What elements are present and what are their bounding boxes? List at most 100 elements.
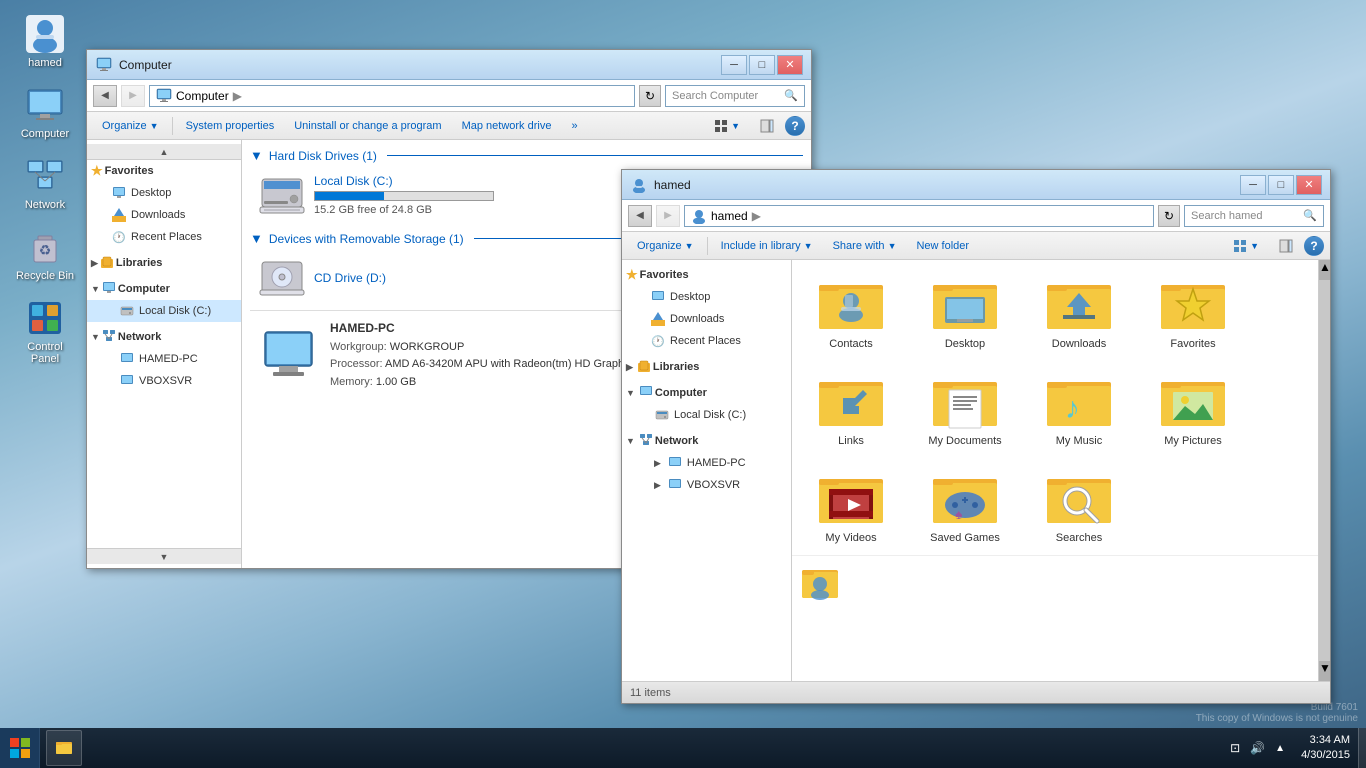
taskbar-tray: ⊡ 🔊 ▲ — [1222, 739, 1293, 757]
computer-organize-btn[interactable]: Organize ▼ — [93, 115, 168, 137]
hamed-help-btn[interactable]: ? — [1304, 236, 1324, 256]
folder-savedgames[interactable]: ♠ Saved Games — [910, 458, 1020, 551]
svg-text:♻: ♻ — [39, 242, 52, 258]
hamed-includelibrary-btn[interactable]: Include in library ▼ — [712, 235, 822, 257]
hamed-refresh-btn[interactable]: ↻ — [1158, 205, 1180, 227]
computer-back-btn[interactable]: ◀ — [93, 85, 117, 107]
tray-arrow-icon[interactable]: ▲ — [1271, 741, 1289, 756]
hamed-libraries-icon — [637, 359, 651, 376]
hamed-libraries-header[interactable]: ▶ Libraries — [622, 356, 791, 378]
taskbar-explorer-icon — [55, 739, 73, 757]
computer-expand-icon: ▼ — [91, 284, 100, 294]
computer-favorites-header[interactable]: ★ Favorites — [87, 160, 241, 182]
computer-sidebar-scroll-down[interactable]: ▼ — [87, 548, 241, 564]
computer-uninstall-btn[interactable]: Uninstall or change a program — [285, 115, 450, 137]
hamed-status-bar: 11 items — [622, 681, 1330, 703]
computer-help-btn[interactable]: ? — [785, 116, 805, 136]
hamed-minimize-btn[interactable]: ─ — [1240, 175, 1266, 195]
folder-documents[interactable]: My Documents — [910, 361, 1020, 454]
hamed-sidebar-recent[interactable]: 🕐 Recent Places — [622, 330, 791, 352]
folder-contacts[interactable]: Contacts — [796, 264, 906, 357]
hard-disk-expand-icon[interactable]: ▼ — [250, 148, 263, 163]
desktop-icon-network[interactable]: Network — [10, 152, 80, 215]
folder-favorites[interactable]: Favorites — [1138, 264, 1248, 357]
computer-address-path[interactable]: Computer ▶ — [149, 85, 635, 107]
removable-expand-icon[interactable]: ▼ — [250, 231, 263, 246]
folder-videos[interactable]: My Videos — [796, 458, 906, 551]
hamed-view-btn[interactable]: ▼ — [1224, 235, 1268, 257]
computer-maximize-btn[interactable]: □ — [749, 55, 775, 75]
folder-downloads[interactable]: Downloads — [1024, 264, 1134, 357]
computer-more-btn[interactable]: » — [562, 115, 586, 137]
hamed-sidebar-vboxsvr[interactable]: ▶ VBOXSVR — [622, 474, 791, 496]
organize-dropdown-icon: ▼ — [150, 121, 159, 131]
folder-links[interactable]: Links — [796, 361, 906, 454]
hamed-sharewith-btn[interactable]: Share with ▼ — [824, 235, 906, 257]
taskbar-item-explorer[interactable] — [46, 730, 82, 766]
folder-searches[interactable]: Searches — [1024, 458, 1134, 551]
hamed-scrollbar[interactable]: ▲ ▼ — [1318, 260, 1330, 681]
folder-music[interactable]: ♪ My Music — [1024, 361, 1134, 454]
hamed-newfolder-btn[interactable]: New folder — [907, 235, 978, 257]
taskbar-items — [40, 730, 1222, 766]
hamed-maximize-btn[interactable]: □ — [1268, 175, 1294, 195]
recent-sidebar-icon: 🕐 — [111, 229, 127, 245]
computer-minimize-btn[interactable]: ─ — [721, 55, 747, 75]
folder-pictures[interactable]: My Pictures — [1138, 361, 1248, 454]
computer-sidebar-recent[interactable]: 🕐 Recent Places — [87, 226, 241, 248]
computer-sidebar-vboxsvr[interactable]: VBOXSVR — [87, 370, 241, 392]
hamed-sidebar-downloads[interactable]: Downloads — [622, 308, 791, 330]
desktop-icon-hamed[interactable]: hamed — [10, 10, 80, 73]
computer-sysprops-btn[interactable]: System properties — [177, 115, 284, 137]
hamed-computer-icon — [639, 385, 653, 402]
computer-sidebar-desktop[interactable]: Desktop — [87, 182, 241, 204]
hamed-favorites-header[interactable]: ★ Favorites — [622, 264, 791, 286]
hamed-organize-btn[interactable]: Organize ▼ — [628, 235, 703, 257]
hamed-computer-header[interactable]: ▼ Computer — [622, 382, 791, 404]
hamed-sidebar-hamedpc[interactable]: ▶ HAMED-PC — [622, 452, 791, 474]
hamed-sidebar-desktop[interactable]: Desktop — [622, 286, 791, 308]
desktop-icon-recycle[interactable]: ♻ Recycle Bin — [10, 223, 80, 286]
hamed-close-btn[interactable]: ✕ — [1296, 175, 1322, 195]
start-button[interactable] — [0, 728, 40, 768]
computer-network-header[interactable]: ▼ Network — [87, 326, 241, 348]
computer-sidebar-hamedpc[interactable]: HAMED-PC — [87, 348, 241, 370]
hamed-share-dropdown-icon: ▼ — [888, 241, 897, 251]
computer-preview-btn[interactable] — [751, 115, 783, 137]
links-folder-icon — [815, 368, 887, 432]
computer-view-btn[interactable]: ▼ — [705, 115, 749, 137]
computer-refresh-btn[interactable]: ↻ — [639, 85, 661, 107]
scrollbar-down-btn[interactable]: ▼ — [1319, 661, 1330, 681]
hamed-network-header[interactable]: ▼ Network — [622, 430, 791, 452]
scrollbar-up-btn[interactable]: ▲ — [1319, 260, 1330, 280]
savedgames-folder-icon: ♠ — [929, 465, 1001, 529]
computer-close-btn[interactable]: ✕ — [777, 55, 803, 75]
computer-mapnetwork-btn[interactable]: Map network drive — [453, 115, 561, 137]
hamed-path-text: hamed — [711, 209, 748, 223]
desktop-icon-computer[interactable]: Computer — [10, 81, 80, 144]
computer-sidebar-scroll-up[interactable]: ▲ — [87, 144, 241, 160]
computer-libraries-header[interactable]: ▶ Libraries — [87, 252, 241, 274]
hamed-titlebar: hamed ─ □ ✕ — [622, 170, 1330, 200]
computer-sidebar-localdisk[interactable]: Local Disk (C:) — [87, 300, 241, 322]
hamed-forward-btn[interactable]: ▶ — [656, 205, 680, 227]
tray-network-icon[interactable]: ⊡ — [1226, 739, 1244, 757]
hamed-back-btn[interactable]: ◀ — [628, 205, 652, 227]
hamed-preview-btn[interactable] — [1270, 235, 1302, 257]
desktop-icon-control[interactable]: Control Panel — [10, 294, 80, 369]
computer-search-box[interactable]: Search Computer 🔍 — [665, 85, 805, 107]
hamed-sidebar-localdisk[interactable]: Local Disk (C:) — [622, 404, 791, 426]
computer-forward-btn[interactable]: ▶ — [121, 85, 145, 107]
hamed-search-box[interactable]: Search hamed 🔍 — [1184, 205, 1324, 227]
tray-volume-icon[interactable]: 🔊 — [1246, 739, 1269, 757]
computer-computer-header[interactable]: ▼ Computer — [87, 278, 241, 300]
folder-desktop[interactable]: Desktop — [910, 264, 1020, 357]
hamed-label: hamed — [28, 57, 62, 69]
hamed-icon — [25, 14, 65, 54]
hamed-address-path[interactable]: hamed ▶ — [684, 205, 1154, 227]
computer-sidebar-downloads[interactable]: Downloads — [87, 204, 241, 226]
show-desktop-btn[interactable] — [1358, 728, 1366, 768]
computer-desktop-icon — [25, 85, 65, 125]
hamed-tb-sep1 — [707, 237, 708, 255]
taskbar-clock[interactable]: 3:34 AM 4/30/2015 — [1293, 733, 1358, 764]
